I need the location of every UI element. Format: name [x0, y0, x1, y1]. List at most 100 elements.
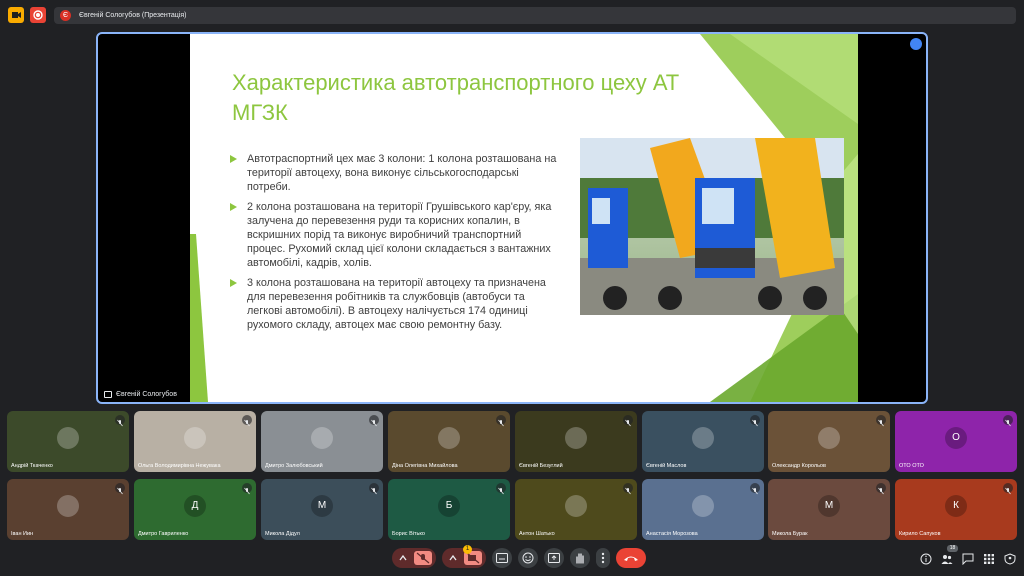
record-icon[interactable] [30, 7, 46, 23]
participant-avatar [57, 427, 79, 450]
slide-bullet: 2 колона розташована на території Грушів… [230, 200, 560, 270]
present-screen-icon [548, 553, 560, 563]
participant-tile[interactable]: М Микола Бурак [768, 479, 890, 540]
mic-muted-icon [876, 415, 886, 427]
participant-name: Ольга Володимирівна Нежувака [138, 463, 221, 469]
captions-button[interactable] [492, 548, 512, 568]
participant-tile[interactable]: Діна Олегівна Михайлова [388, 411, 510, 472]
meet-app-icon[interactable] [8, 7, 24, 23]
participant-name: Євгеній Маслов [646, 463, 687, 469]
mic-muted-icon [1003, 483, 1013, 495]
present-button[interactable] [544, 548, 564, 568]
dump-truck-image [580, 138, 844, 315]
microphone-button[interactable] [392, 548, 436, 568]
participant-avatar [57, 495, 79, 518]
mic-muted-icon [623, 483, 633, 495]
participant-name: Андрій Ткаченко [11, 463, 53, 469]
raise-hand-button[interactable] [570, 548, 590, 568]
participant-avatar [692, 427, 714, 450]
presenter-name-label: Євгеній Сологубов [104, 391, 177, 398]
people-button[interactable] [941, 552, 953, 564]
mic-muted-icon [623, 415, 633, 427]
slide-bullet: Автотраспортний цех має 3 колони: 1 коло… [230, 152, 560, 194]
shield-person-icon [1004, 553, 1016, 565]
participant-name: Дмитро Залюбовський [265, 463, 323, 469]
participant-tile[interactable]: О ОТО ОТО [895, 411, 1017, 472]
participant-name: Іван Иин [11, 531, 34, 537]
bullet-arrow-icon [230, 155, 237, 163]
participant-avatar [565, 427, 587, 450]
participant-tile[interactable]: Євгеній Безуглий [515, 411, 637, 472]
participant-avatar [565, 495, 587, 518]
info-icon [920, 553, 932, 565]
mic-muted-icon [496, 483, 506, 495]
pin-icon[interactable] [104, 391, 112, 398]
participant-tile[interactable]: Олександр Корольов [768, 411, 890, 472]
host-controls-button[interactable] [1004, 552, 1016, 565]
mic-muted-icon [750, 483, 760, 495]
slide-bullet: 3 колона розташована на території автоце… [230, 276, 560, 332]
participant-avatar: М [311, 495, 333, 518]
participant-avatar [184, 427, 206, 450]
participant-tile[interactable]: Ольга Володимирівна Нежувака [134, 411, 256, 472]
participant-tile[interactable]: Андрій Ткаченко [7, 411, 129, 472]
leave-call-button[interactable] [616, 548, 646, 568]
participant-avatar [818, 427, 840, 450]
bullet-arrow-icon [230, 203, 237, 211]
participant-name: Євгеній Безуглий [519, 463, 563, 469]
participant-name: Микола Дідул [265, 531, 300, 537]
captions-icon [496, 553, 508, 563]
mic-muted-icon [115, 415, 125, 427]
participant-tile[interactable]: Дмитро Залюбовський [261, 411, 383, 472]
slide-bullet-list: Автотраспортний цех має 3 колони: 1 коло… [230, 152, 560, 338]
participant-name: Анастасія Морозова [646, 531, 698, 537]
participant-avatar: О [945, 427, 967, 450]
participant-name: Дмитро Гавриленко [138, 531, 189, 537]
mic-muted-icon [750, 415, 760, 427]
mic-muted-icon [242, 483, 252, 495]
activities-button[interactable] [983, 552, 995, 564]
participant-name: Кирило Сапуков [899, 531, 941, 537]
hand-icon [576, 553, 584, 564]
participant-name: ОТО ОТО [899, 463, 924, 469]
slide-title: Характеристика автотранспортного цеху АТ… [232, 70, 680, 125]
participant-name: Антон Шатько [519, 531, 555, 537]
participant-name: Діна Олегівна Михайлова [392, 463, 458, 469]
more-options-button[interactable] [596, 548, 610, 568]
presenter-avatar-icon: Є [60, 10, 71, 21]
window-title: Євгеній Сологубов (Презентація) [79, 12, 187, 19]
mic-muted-icon [115, 483, 125, 495]
mic-off-icon [399, 551, 432, 565]
participant-tile[interactable]: К Кирило Сапуков [895, 479, 1017, 540]
participant-avatar: Д [184, 495, 206, 518]
participant-tile[interactable]: Іван Иин [7, 479, 129, 540]
participant-tile[interactable]: Анастасія Морозова [642, 479, 764, 540]
participant-avatar [692, 495, 714, 518]
participant-avatar [438, 427, 460, 450]
mic-muted-icon [369, 415, 379, 427]
bullet-arrow-icon [230, 279, 237, 287]
meeting-details-button[interactable] [920, 552, 932, 565]
mic-muted-icon [1003, 415, 1013, 427]
reactions-button[interactable] [518, 548, 538, 568]
slide: Характеристика автотранспортного цеху АТ… [190, 34, 858, 402]
notification-badge: 1 [463, 545, 472, 554]
participant-tile[interactable]: М Микола Дідул [261, 479, 383, 540]
call-controls [392, 548, 646, 568]
mic-muted-icon [369, 483, 379, 495]
chat-icon [962, 553, 974, 566]
audio-activity-icon [910, 38, 922, 50]
participant-avatar [311, 427, 333, 450]
window-title-bar[interactable]: Є Євгеній Сологубов (Презентація) [54, 7, 1016, 24]
participant-tile[interactable]: Євгеній Маслов [642, 411, 764, 472]
participant-tile[interactable]: Б Борис Вітько [388, 479, 510, 540]
participant-name: Борис Вітько [392, 531, 425, 537]
participant-tile[interactable]: Д Дмитро Гавриленко [134, 479, 256, 540]
emoji-icon [522, 552, 534, 564]
mic-muted-icon [242, 415, 252, 427]
participant-name: Микола Бурак [772, 531, 808, 537]
end-call-icon [624, 556, 638, 561]
chat-button[interactable] [962, 552, 974, 566]
participant-tile[interactable]: Антон Шатько [515, 479, 637, 540]
presentation-stage[interactable]: Характеристика автотранспортного цеху АТ… [96, 32, 928, 404]
